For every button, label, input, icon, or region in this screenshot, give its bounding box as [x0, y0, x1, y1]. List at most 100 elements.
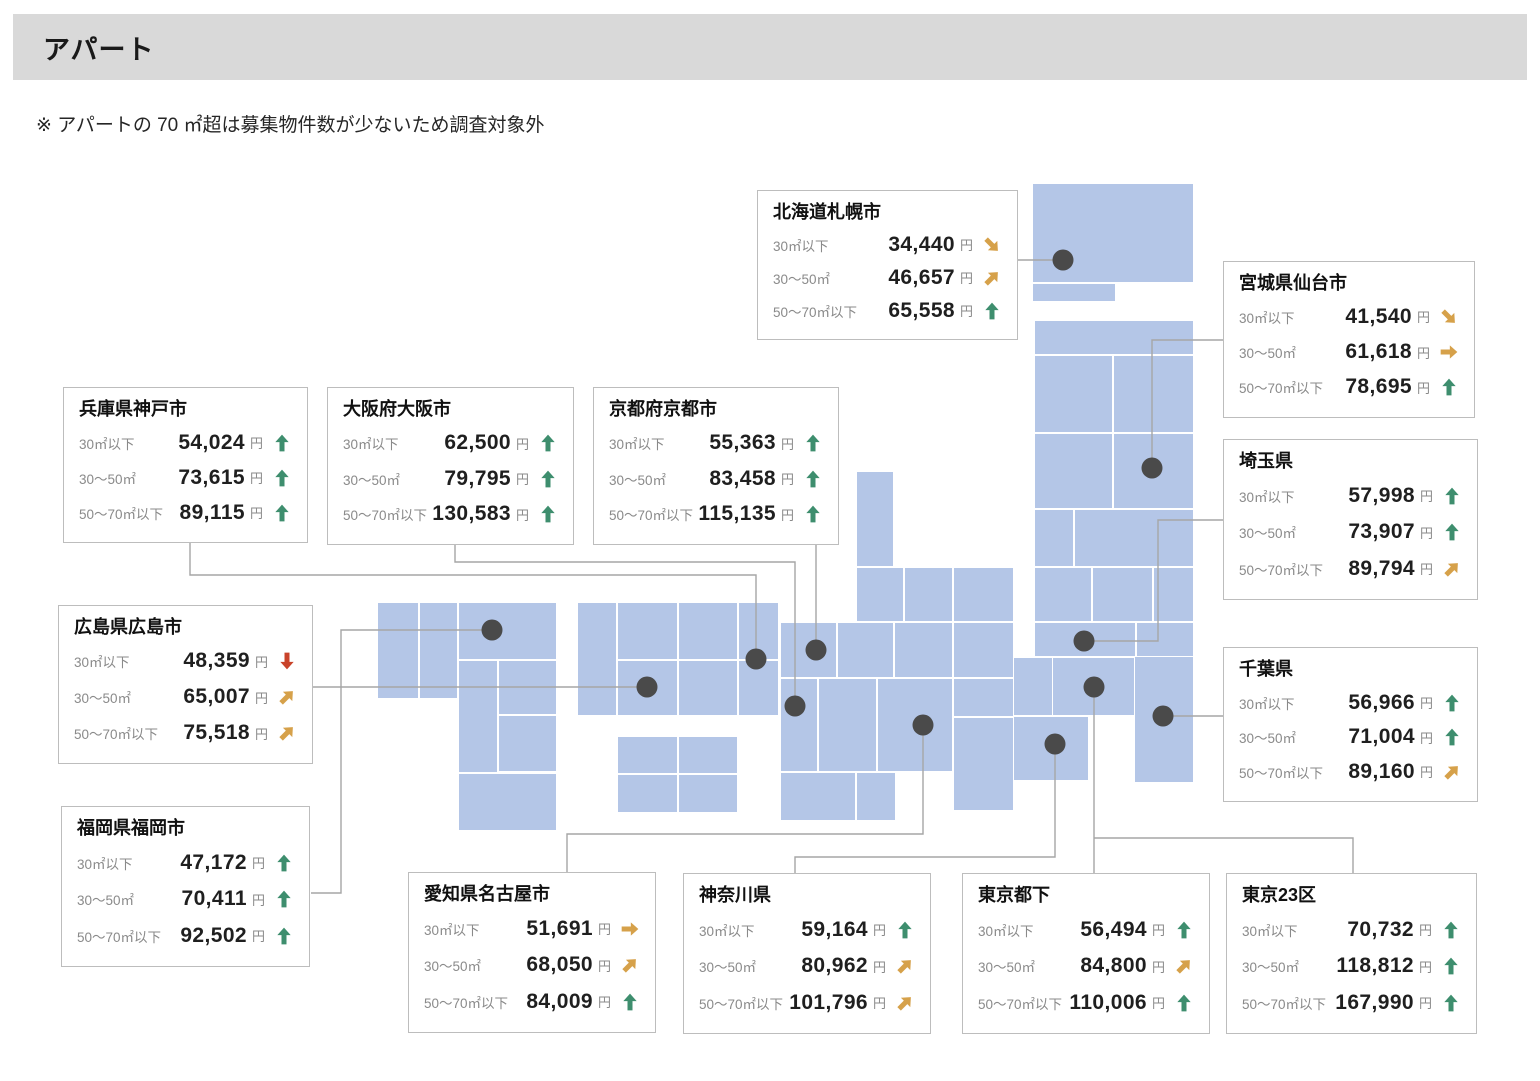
- map-tile: [618, 775, 677, 812]
- map-tile: [905, 568, 952, 621]
- size-label: 30㎡以下: [79, 433, 135, 453]
- price-row: 50〜70㎡以下 89,115 円: [79, 495, 292, 530]
- price-value: 65,007: [131, 685, 250, 709]
- price-row: 30㎡以下 41,540 円: [1239, 299, 1459, 334]
- price-row: 30㎡以下 34,440 円: [773, 228, 1002, 261]
- currency-label: 円: [516, 469, 529, 488]
- trend-arrow-icon: [274, 926, 294, 946]
- price-value: 56,494: [1034, 918, 1147, 942]
- currency-label: 円: [1417, 307, 1430, 326]
- map-tile: [679, 603, 737, 659]
- map-tile: [1137, 623, 1193, 656]
- trend-arrow-icon: [1442, 727, 1462, 747]
- map-tile: [1035, 434, 1112, 508]
- map-dot-osaka: [785, 696, 806, 717]
- size-label: 30〜50㎡: [343, 469, 400, 489]
- region-name: 千葉県: [1239, 658, 1462, 681]
- price-value: 51,691: [480, 917, 593, 941]
- price-value: 92,502: [161, 924, 247, 948]
- price-row: 30〜50㎡ 65,007 円: [74, 679, 297, 715]
- currency-label: 円: [1152, 993, 1165, 1012]
- map-tile: [679, 737, 737, 773]
- trend-arrow-icon: [274, 889, 294, 909]
- map-tile: [838, 623, 893, 677]
- size-label: 30〜50㎡: [1239, 342, 1296, 362]
- price-row: 50〜70㎡以下 92,502 円: [77, 917, 294, 954]
- map-tile: [499, 716, 556, 771]
- trend-arrow-icon: [1174, 993, 1194, 1013]
- currency-label: 円: [960, 301, 973, 320]
- map-tile: [679, 661, 737, 715]
- trend-arrow-icon: [1439, 307, 1459, 327]
- trend-arrow-icon: [803, 433, 823, 453]
- price-value: 41,540: [1295, 305, 1412, 329]
- map-dot-saitama: [1074, 631, 1095, 652]
- price-row: 30〜50㎡ 61,618 円: [1239, 335, 1459, 370]
- trend-arrow-icon: [272, 503, 292, 523]
- price-value: 84,009: [508, 990, 593, 1014]
- currency-label: 円: [255, 724, 268, 743]
- trend-arrow-icon: [1442, 693, 1462, 713]
- size-label: 50〜70㎡以下: [424, 992, 508, 1012]
- size-label: 50〜70㎡以下: [699, 993, 783, 1013]
- price-value: 78,695: [1323, 375, 1412, 399]
- trend-arrow-icon: [620, 992, 640, 1012]
- price-row: 50〜70㎡以下 110,006 円: [978, 984, 1194, 1021]
- price-value: 75,518: [158, 721, 250, 745]
- map-tile: [1033, 284, 1115, 301]
- size-label: 50〜70㎡以下: [1239, 762, 1323, 782]
- size-label: 30〜50㎡: [609, 469, 666, 489]
- trend-arrow-icon: [1442, 559, 1462, 579]
- price-row: 30〜50㎡ 46,657 円: [773, 261, 1002, 294]
- map-tile: [954, 718, 1013, 810]
- map-tile: [781, 773, 855, 820]
- trend-arrow-icon: [1442, 486, 1462, 506]
- trend-arrow-icon: [895, 993, 915, 1013]
- region-name: 広島県広島市: [74, 616, 297, 639]
- map-tile: [679, 775, 737, 812]
- currency-label: 円: [960, 235, 973, 254]
- trend-arrow-icon: [982, 235, 1002, 255]
- currency-label: 円: [516, 434, 529, 453]
- map-tile: [1154, 568, 1193, 621]
- size-label: 50〜70㎡以下: [1239, 377, 1323, 397]
- currency-label: 円: [252, 890, 265, 909]
- price-row: 50〜70㎡以下 89,160 円: [1239, 754, 1462, 789]
- price-value: 73,907: [1296, 520, 1415, 544]
- trend-arrow-icon: [1442, 522, 1462, 542]
- trend-arrow-icon: [895, 956, 915, 976]
- price-value: 68,050: [481, 953, 593, 977]
- currency-label: 円: [598, 956, 611, 975]
- currency-label: 円: [781, 434, 794, 453]
- size-label: 30㎡以下: [1239, 307, 1295, 327]
- currency-label: 円: [1417, 378, 1430, 397]
- region-name: 兵庫県神戸市: [79, 398, 292, 421]
- price-value: 101,796: [783, 991, 868, 1015]
- size-label: 30㎡以下: [609, 433, 665, 453]
- currency-label: 円: [1152, 920, 1165, 939]
- price-value: 89,115: [163, 501, 245, 525]
- map-tile: [781, 679, 817, 771]
- price-value: 34,440: [829, 233, 955, 257]
- region-name: 神奈川県: [699, 884, 915, 907]
- map-dot-chiba: [1153, 706, 1174, 727]
- size-label: 30〜50㎡: [1239, 727, 1296, 747]
- currency-label: 円: [960, 268, 973, 287]
- currency-label: 円: [781, 469, 794, 488]
- price-value: 56,966: [1295, 691, 1415, 715]
- map-tile: [819, 679, 876, 771]
- region-card-saitama: 埼玉県 30㎡以下 57,998 円 30〜50㎡ 73,907 円 50〜70…: [1223, 439, 1478, 600]
- price-value: 47,172: [133, 851, 247, 875]
- currency-label: 円: [1419, 957, 1432, 976]
- currency-label: 円: [873, 920, 886, 939]
- size-label: 30㎡以下: [74, 651, 130, 671]
- region-name: 東京23区: [1242, 884, 1461, 907]
- connector-tokyo23: [1094, 838, 1353, 874]
- price-row: 30㎡以下 51,691 円: [424, 910, 640, 947]
- currency-label: 円: [250, 503, 263, 522]
- map-tile: [954, 623, 1013, 677]
- map-tile: [618, 737, 677, 773]
- size-label: 50〜70㎡以下: [343, 504, 427, 524]
- trend-arrow-icon: [274, 853, 294, 873]
- currency-label: 円: [1420, 728, 1433, 747]
